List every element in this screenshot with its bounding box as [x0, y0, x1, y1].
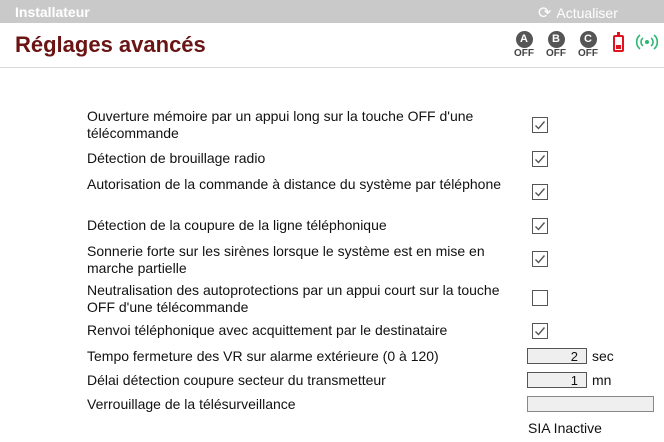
option-checkbox[interactable]: [532, 184, 548, 200]
option-label: Autorisation de la commande à distance d…: [87, 176, 502, 192]
option-checkbox[interactable]: [532, 218, 548, 234]
option-row-remote-control: Autorisation de la commande à distance d…: [87, 176, 647, 210]
page-title: Réglages avancés: [15, 32, 206, 57]
signal-icon: [635, 34, 659, 50]
checkmark-icon: [535, 155, 546, 164]
group-a-state: OFF: [514, 48, 534, 59]
tempo-label: Tempo fermeture des VR sur alarme extéri…: [87, 348, 439, 364]
page-header: Réglages avancés A OFF B OFF C OFF: [0, 23, 664, 68]
option-row-line-cut: Détection de la coupure de la ligne télé…: [87, 217, 647, 235]
checkmark-icon: [535, 327, 546, 336]
field-row-verrou: Verrouillage de la télésurveillance: [87, 396, 654, 414]
refresh-button[interactable]: ⟳ Actualiser: [538, 3, 618, 23]
group-c-status: C OFF: [574, 31, 602, 59]
option-checkbox[interactable]: [532, 151, 548, 167]
delai-unit: mn: [592, 372, 612, 388]
app-section-title: Installateur: [15, 4, 90, 20]
field-row-tempo: Tempo fermeture des VR sur alarme extéri…: [87, 348, 647, 366]
verrou-label: Verrouillage de la télésurveillance: [87, 396, 296, 412]
checkmark-icon: [535, 121, 546, 130]
option-checkbox[interactable]: [532, 251, 548, 267]
tempo-unit: sec: [592, 348, 614, 364]
option-label: Neutralisation des autoprotections par u…: [87, 282, 500, 315]
option-row-loud-siren: Sonnerie forte sur les sirènes lorsque l…: [87, 243, 647, 277]
option-label: Ouverture mémoire par un appui long sur …: [87, 108, 474, 141]
checkmark-icon: [535, 255, 546, 264]
battery-icon: [613, 32, 624, 52]
checkmark-icon: [535, 188, 546, 197]
option-checkbox[interactable]: [532, 117, 548, 133]
option-row-phone-ack: Renvoi téléphonique avec acquittement pa…: [87, 322, 647, 340]
delai-input[interactable]: 1: [527, 372, 587, 388]
tempo-input[interactable]: 2: [527, 348, 587, 364]
sia-status: SIA Inactive: [528, 420, 602, 436]
group-b-status: B OFF: [542, 31, 570, 59]
delai-label: Délai détection coupure secteur du trans…: [87, 372, 386, 388]
option-label: Sonnerie forte sur les sirènes lorsque l…: [87, 243, 485, 276]
option-row-tamper-neutralisation: Neutralisation des autoprotections par u…: [87, 282, 647, 316]
group-c-icon: C: [579, 31, 597, 48]
field-row-delai: Délai détection coupure secteur du trans…: [87, 372, 647, 390]
refresh-icon: ⟳: [538, 5, 552, 22]
option-checkbox[interactable]: [532, 290, 548, 306]
option-label: Renvoi téléphonique avec acquittement pa…: [87, 322, 448, 338]
refresh-label: Actualiser: [556, 5, 618, 21]
group-a-icon: A: [515, 31, 533, 48]
group-b-state: OFF: [546, 48, 566, 59]
option-row-jamming: Détection de brouillage radio: [87, 150, 647, 168]
option-label: Détection de la coupure de la ligne télé…: [87, 217, 387, 233]
option-row-memory-open: Ouverture mémoire par un appui long sur …: [87, 108, 647, 142]
group-c-state: OFF: [578, 48, 598, 59]
top-bar: Installateur ⟳ Actualiser: [0, 0, 664, 23]
option-label: Détection de brouillage radio: [87, 150, 266, 166]
group-a-status: A OFF: [510, 31, 538, 59]
verrou-input[interactable]: [527, 396, 654, 412]
option-checkbox[interactable]: [532, 323, 548, 339]
checkmark-icon: [535, 222, 546, 231]
group-b-icon: B: [547, 31, 565, 48]
